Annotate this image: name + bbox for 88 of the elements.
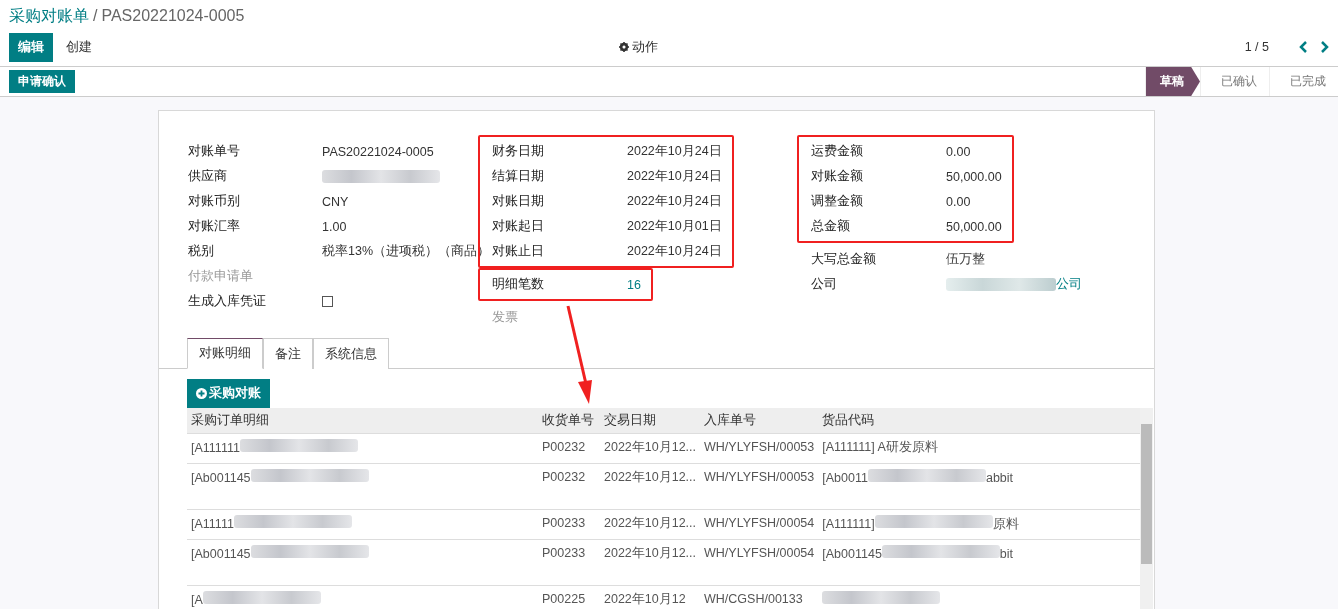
cell-text: WH/CGSH/00133: [704, 592, 803, 606]
field-value: 1.00: [322, 219, 347, 234]
field-label: 公司: [811, 276, 838, 293]
add-line-button[interactable]: 采购对账: [187, 379, 270, 408]
field-value: PAS20221024-0005: [322, 144, 434, 159]
cell-text: [Ab0011: [822, 471, 868, 485]
field-label: 发票: [492, 309, 519, 326]
field-value: 2022年10月24日: [627, 243, 722, 260]
action-menu[interactable]: 动作: [619, 36, 658, 58]
field-label: 对账金额: [811, 168, 864, 185]
field-value: 0.00: [946, 194, 971, 209]
column-header[interactable]: 采购订单明细: [187, 408, 538, 434]
cell-text: bit: [999, 547, 1014, 561]
field-label: 大写总金额: [811, 251, 877, 268]
cell-text: [Ab001145: [191, 547, 251, 561]
tab[interactable]: 对账明细: [187, 338, 263, 369]
gear-icon: [619, 42, 629, 52]
field-label: 对账止日: [492, 243, 545, 260]
column-header[interactable]: 货品代码: [818, 408, 1140, 434]
field-value: 50,000.00: [946, 219, 1002, 234]
field-label: 生成入库凭证: [188, 293, 267, 310]
cell-text: WH/YLYFSH/00053: [704, 440, 815, 454]
cell-text: 2022年10月12...: [604, 440, 697, 454]
field-value: 伍万整: [946, 251, 985, 268]
field-label: 财务日期: [492, 143, 545, 160]
status-stage[interactable]: 草稿: [1145, 67, 1200, 96]
field-value: 2022年10月01日: [627, 218, 722, 235]
status-stage[interactable]: 已确认: [1200, 67, 1269, 96]
cell-text: [Ab001145: [822, 547, 882, 561]
tab[interactable]: 系统信息: [313, 338, 389, 369]
field-value: CNY: [322, 194, 349, 209]
previous-icon[interactable]: [1299, 41, 1308, 53]
cell-text: [A111111: [191, 441, 240, 455]
cell-text: [A11111: [191, 517, 234, 531]
field-label: 运费金额: [811, 143, 864, 160]
field-link[interactable]: 公司: [1056, 276, 1082, 293]
cell-text: P00232: [542, 470, 586, 484]
cell-text: P00232: [542, 440, 586, 454]
field-label: 对账单号: [188, 143, 241, 160]
breadcrumb-current: PAS20221024-0005: [101, 7, 245, 24]
plus-circle-icon: [196, 388, 207, 399]
cell-text: 2022年10月12...: [604, 546, 697, 560]
breadcrumb-link[interactable]: 采购对账单: [9, 7, 89, 24]
field-label: 供应商: [188, 168, 228, 185]
checkbox[interactable]: [322, 296, 333, 307]
field-value: 50,000.00: [946, 169, 1002, 184]
cell-text: 2022年10月12...: [604, 516, 697, 530]
cell-text: WH/YLYFSH/00053: [704, 470, 815, 484]
cell-text: [A: [191, 593, 203, 607]
cell-text: P00233: [542, 546, 586, 560]
column-header[interactable]: 收货单号: [538, 408, 600, 434]
cell-text: P00225: [542, 592, 586, 606]
column-header[interactable]: 交易日期: [600, 408, 701, 434]
field-label: 对账日期: [492, 193, 545, 210]
column-header[interactable]: 入库单号: [700, 408, 819, 434]
tab[interactable]: 备注: [263, 338, 313, 369]
cell-text: P00233: [542, 516, 586, 530]
field-value: 2022年10月24日: [627, 193, 722, 210]
scrollbar[interactable]: [1140, 408, 1153, 609]
cell-text: 原料: [992, 517, 1019, 531]
field-link[interactable]: 16: [627, 277, 641, 292]
field-label: 结算日期: [492, 168, 545, 185]
field-value: 0.00: [946, 144, 971, 159]
cell-text: 2022年10月12...: [604, 470, 697, 484]
field-label: 税别: [188, 243, 215, 260]
cell-text: abbit: [985, 471, 1014, 485]
field-label: 付款申请单: [188, 268, 254, 285]
cell-text: 2022年10月12: [604, 592, 686, 606]
create-button[interactable]: 创建: [57, 32, 101, 62]
pager-counter: 1 / 5: [1244, 40, 1269, 54]
field-label: 调整金额: [811, 193, 864, 210]
cell-text: [Ab001145: [191, 471, 251, 485]
field-value: 2022年10月24日: [627, 143, 722, 160]
request-confirm-button[interactable]: 申请确认: [9, 70, 75, 93]
field-label: 总金额: [811, 218, 851, 235]
status-stage[interactable]: 已完成: [1269, 67, 1338, 96]
cell-text: WH/YLYFSH/00054: [704, 546, 815, 560]
cell-text: [A111111]: [822, 517, 875, 531]
field-label: 明细笔数: [492, 276, 545, 293]
field-label: 对账汇率: [188, 218, 241, 235]
cell-text: [A111111] A研发原料: [822, 440, 938, 454]
next-icon[interactable]: [1320, 41, 1329, 53]
edit-button[interactable]: 编辑: [9, 32, 53, 62]
field-label: 对账币别: [188, 193, 241, 210]
field-label: 对账起日: [492, 218, 545, 235]
field-value: 2022年10月24日: [627, 168, 722, 185]
breadcrumb-separator: /: [93, 7, 98, 24]
cell-text: WH/YLYFSH/00054: [704, 516, 815, 530]
